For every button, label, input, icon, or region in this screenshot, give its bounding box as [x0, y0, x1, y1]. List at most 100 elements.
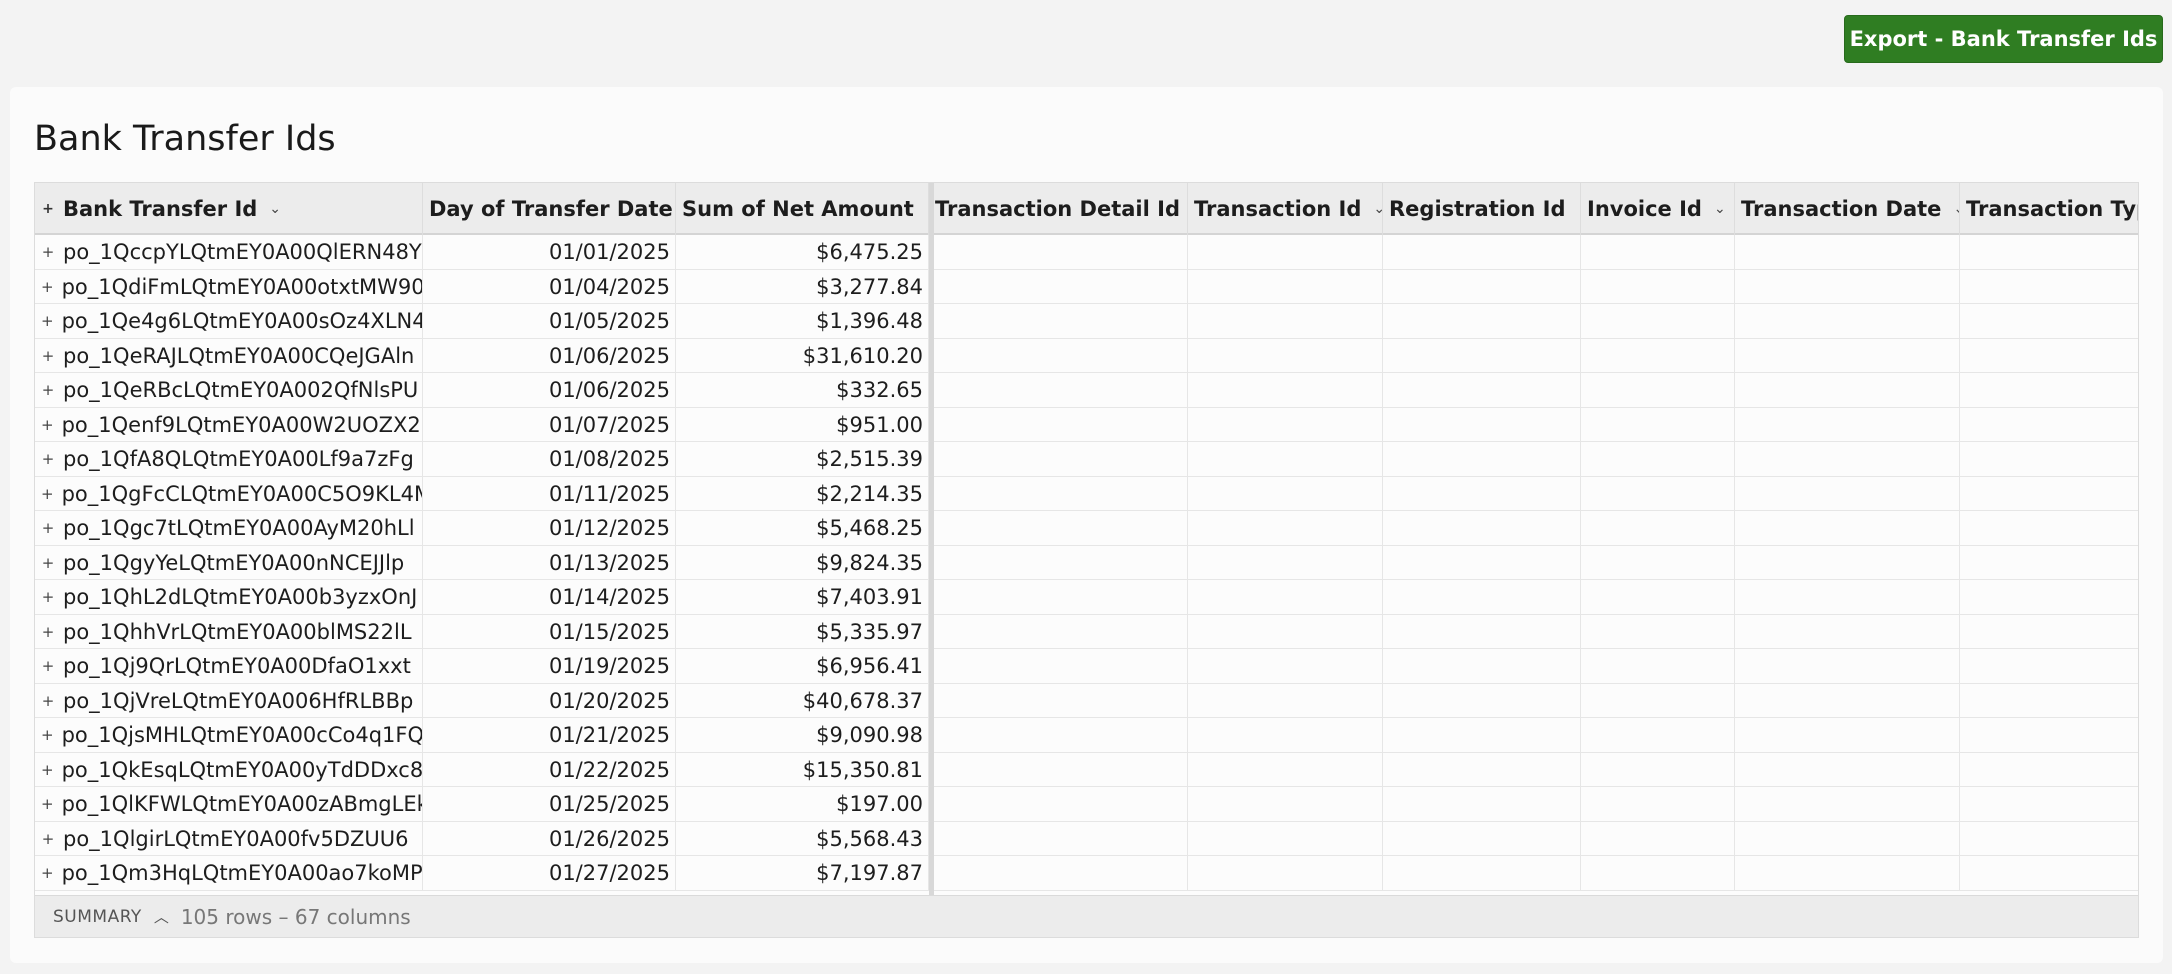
cell-day-of-transfer-date[interactable]: 01/21/2025: [423, 718, 676, 753]
cell-transaction-type[interactable]: [1960, 511, 2138, 546]
cell-transaction-date[interactable]: [1735, 407, 1960, 442]
cell-transaction-type[interactable]: [1960, 580, 2138, 615]
cell-transaction-date[interactable]: [1735, 821, 1960, 856]
table-row[interactable]: + po_1QfA8QLQtmEY0A00Lf9a7zFg 01/08/2025 $2…: [35, 442, 2138, 477]
cell-transaction-detail-id[interactable]: [929, 683, 1188, 718]
cell-registration-id[interactable]: [1383, 718, 1581, 753]
cell-registration-id[interactable]: [1383, 476, 1581, 511]
cell-transaction-date[interactable]: [1735, 683, 1960, 718]
cell-day-of-transfer-date[interactable]: 01/04/2025: [423, 269, 676, 304]
cell-transaction-date[interactable]: [1735, 269, 1960, 304]
cell-transaction-date[interactable]: [1735, 614, 1960, 649]
cell-transaction-type[interactable]: [1960, 477, 2138, 512]
cell-invoice-id[interactable]: [1581, 476, 1735, 511]
table-row[interactable]: + po_1QeRAJLQtmEY0A00CQeJGAln 01/06/2025 $3…: [35, 338, 2138, 373]
expand-row-icon[interactable]: +: [41, 554, 55, 572]
cell-bank-transfer-id[interactable]: + po_1QeRAJLQtmEY0A00CQeJGAln: [35, 338, 423, 373]
cell-day-of-transfer-date[interactable]: 01/19/2025: [423, 649, 676, 684]
cell-transaction-date[interactable]: [1735, 442, 1960, 477]
cell-bank-transfer-id[interactable]: + po_1QgyYeLQtmEY0A00nNCEJJlp: [35, 545, 423, 580]
expand-row-icon[interactable]: +: [41, 830, 55, 848]
cell-transaction-id[interactable]: [1188, 235, 1383, 270]
cell-day-of-transfer-date[interactable]: 01/06/2025: [423, 373, 676, 408]
cell-sum-of-net-amount[interactable]: $31,610.20: [676, 338, 929, 373]
cell-transaction-id[interactable]: [1188, 752, 1383, 787]
cell-sum-of-net-amount[interactable]: $5,468.25: [676, 511, 929, 546]
cell-transaction-id[interactable]: [1188, 373, 1383, 408]
cell-day-of-transfer-date[interactable]: 01/08/2025: [423, 442, 676, 477]
cell-transaction-date[interactable]: [1735, 580, 1960, 615]
cell-transaction-id[interactable]: [1188, 545, 1383, 580]
column-header-bank-transfer-id[interactable]: + Bank Transfer Id ⌄: [35, 183, 423, 235]
cell-day-of-transfer-date[interactable]: 01/27/2025: [423, 856, 676, 891]
expand-row-icon[interactable]: +: [41, 278, 54, 296]
cell-registration-id[interactable]: [1383, 649, 1581, 684]
cell-day-of-transfer-date[interactable]: 01/14/2025: [423, 580, 676, 615]
cell-registration-id[interactable]: [1383, 407, 1581, 442]
column-header-day-of-transfer-date[interactable]: Day of Transfer Date⌄: [423, 183, 676, 235]
cell-transaction-detail-id[interactable]: [929, 856, 1188, 891]
cell-registration-id[interactable]: [1383, 580, 1581, 615]
cell-bank-transfer-id[interactable]: + po_1QeRBcLQtmEY0A002QfNlsPU: [35, 373, 423, 408]
cell-sum-of-net-amount[interactable]: $40,678.37: [676, 683, 929, 718]
cell-transaction-detail-id[interactable]: [929, 235, 1188, 270]
cell-sum-of-net-amount[interactable]: $15,350.81: [676, 752, 929, 787]
column-header-transaction-id[interactable]: Transaction Id ⌄: [1188, 183, 1383, 235]
table-row[interactable]: + po_1QccpYLQtmEY0A00QlERN48Y 01/01/2025 $6…: [35, 235, 2138, 270]
cell-bank-transfer-id[interactable]: + po_1QfA8QLQtmEY0A00Lf9a7zFg: [35, 442, 423, 477]
cell-day-of-transfer-date[interactable]: 01/07/2025: [423, 407, 676, 442]
expand-row-icon[interactable]: +: [41, 347, 55, 365]
cell-sum-of-net-amount[interactable]: $5,568.43: [676, 821, 929, 856]
cell-transaction-id[interactable]: [1188, 269, 1383, 304]
expand-row-icon[interactable]: +: [41, 312, 54, 330]
cell-registration-id[interactable]: [1383, 304, 1581, 339]
chevron-down-icon[interactable]: ⌄: [1373, 201, 1382, 217]
cell-transaction-date[interactable]: [1735, 338, 1960, 373]
cell-bank-transfer-id[interactable]: + po_1Qenf9LQtmEY0A00W2UOZX22: [35, 407, 423, 442]
cell-invoice-id[interactable]: [1581, 304, 1735, 339]
cell-bank-transfer-id[interactable]: + po_1Qgc7tLQtmEY0A00AyM20hLl: [35, 511, 423, 546]
cell-sum-of-net-amount[interactable]: $332.65: [676, 373, 929, 408]
cell-transaction-date[interactable]: [1735, 304, 1960, 339]
cell-invoice-id[interactable]: [1581, 580, 1735, 615]
cell-invoice-id[interactable]: [1581, 373, 1735, 408]
cell-registration-id[interactable]: [1383, 235, 1581, 270]
cell-registration-id[interactable]: [1383, 787, 1581, 822]
cell-invoice-id[interactable]: [1581, 856, 1735, 891]
cell-registration-id[interactable]: [1383, 821, 1581, 856]
cell-registration-id[interactable]: [1383, 614, 1581, 649]
table-row[interactable]: + po_1QhhVrLQtmEY0A00blMS22lL 01/15/2025 $5…: [35, 614, 2138, 649]
cell-day-of-transfer-date[interactable]: 01/01/2025: [423, 235, 676, 270]
expand-row-icon[interactable]: +: [41, 623, 55, 641]
cell-sum-of-net-amount[interactable]: $2,214.35: [676, 476, 929, 511]
expand-row-icon[interactable]: +: [41, 795, 54, 813]
cell-bank-transfer-id[interactable]: + po_1Qe4g6LQtmEY0A00sOz4XLN4: [35, 304, 423, 339]
cell-transaction-type[interactable]: [1960, 684, 2138, 719]
cell-transaction-type[interactable]: [1960, 408, 2138, 443]
cell-transaction-type[interactable]: [1960, 270, 2138, 305]
cell-transaction-id[interactable]: [1188, 821, 1383, 856]
table-row[interactable]: + po_1QjsMHLQtmEY0A00cCo4q1FQ 01/21/2025 $9…: [35, 718, 2138, 753]
cell-day-of-transfer-date[interactable]: 01/06/2025: [423, 338, 676, 373]
cell-transaction-date[interactable]: [1735, 545, 1960, 580]
cell-transaction-detail-id[interactable]: [929, 269, 1188, 304]
cell-transaction-id[interactable]: [1188, 511, 1383, 546]
expand-row-icon[interactable]: +: [41, 519, 55, 537]
chevron-down-icon[interactable]: ⌄: [1714, 201, 1726, 217]
expand-row-icon[interactable]: +: [41, 657, 55, 675]
chevron-down-icon[interactable]: ⌄: [269, 201, 281, 217]
cell-registration-id[interactable]: [1383, 545, 1581, 580]
cell-sum-of-net-amount[interactable]: $7,197.87: [676, 856, 929, 891]
cell-transaction-id[interactable]: [1188, 649, 1383, 684]
cell-registration-id[interactable]: [1383, 752, 1581, 787]
cell-registration-id[interactable]: [1383, 269, 1581, 304]
cell-transaction-date[interactable]: [1735, 373, 1960, 408]
cell-transaction-date[interactable]: [1735, 787, 1960, 822]
cell-invoice-id[interactable]: [1581, 545, 1735, 580]
cell-transaction-type[interactable]: [1960, 442, 2138, 477]
cell-invoice-id[interactable]: [1581, 407, 1735, 442]
cell-invoice-id[interactable]: [1581, 718, 1735, 753]
table-row[interactable]: + po_1QhL2dLQtmEY0A00b3yzxOnJ 01/14/2025 $7…: [35, 580, 2138, 615]
cell-transaction-detail-id[interactable]: [929, 511, 1188, 546]
cell-transaction-type[interactable]: [1960, 718, 2138, 753]
